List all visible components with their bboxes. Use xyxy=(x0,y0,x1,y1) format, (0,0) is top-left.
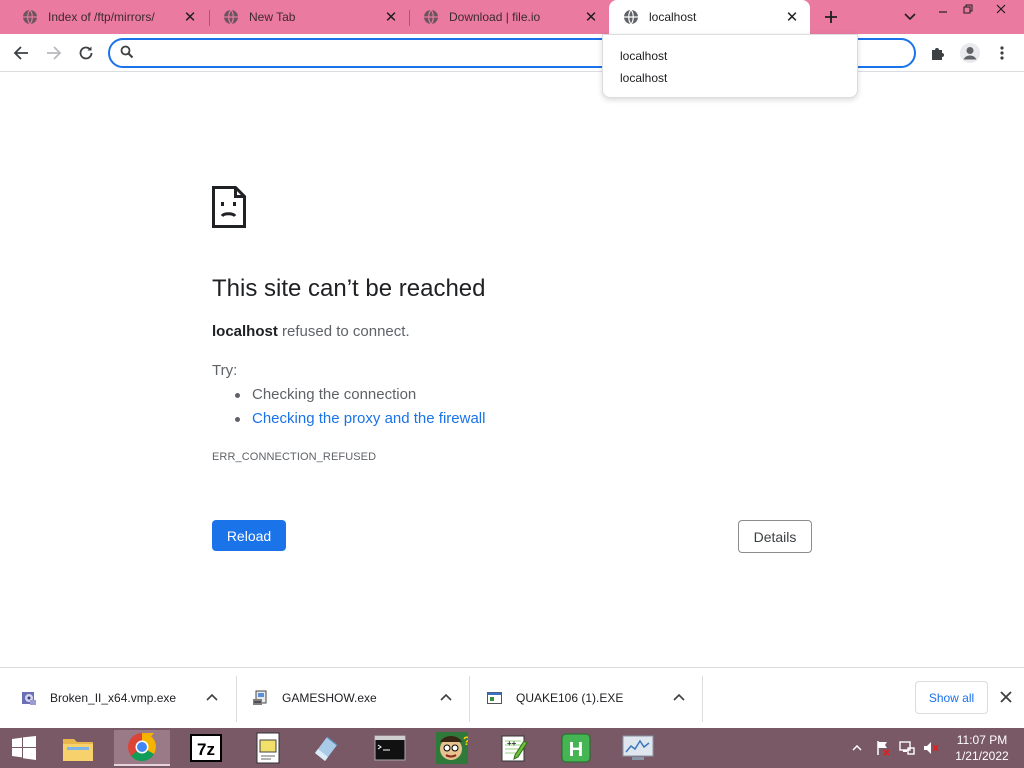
tab-localhost[interactable]: localhost ✕ xyxy=(609,0,810,34)
chevron-up-icon[interactable] xyxy=(204,689,220,705)
minimize-icon[interactable] xyxy=(930,0,956,18)
back-arrow-icon[interactable] xyxy=(7,39,35,67)
clock-date: 1/21/2022 xyxy=(955,749,1009,763)
system-monitor-icon[interactable] xyxy=(610,730,666,766)
chevron-up-icon[interactable] xyxy=(671,689,687,705)
details-button[interactable]: Details xyxy=(738,520,812,553)
hover-card-url: localhost xyxy=(620,71,668,85)
show-all-button[interactable]: Show all xyxy=(915,681,988,714)
notepad-doc-icon[interactable] xyxy=(240,730,296,766)
close-tab-icon[interactable]: ✕ xyxy=(182,9,198,26)
tab-strip: Index of /ftp/mirrors/ ✕ New Tab ✕ Downl… xyxy=(0,0,1024,34)
restore-icon[interactable] xyxy=(955,0,981,18)
browser-toolbar xyxy=(0,34,1024,72)
chrome-icon[interactable] xyxy=(114,730,170,766)
svg-text:?: ? xyxy=(463,734,468,748)
tab-label: Download | file.io xyxy=(449,10,541,24)
close-window-icon[interactable] xyxy=(986,0,1016,18)
new-tab-plus-icon[interactable] xyxy=(818,4,844,30)
tab-label: Index of /ftp/mirrors/ xyxy=(48,10,155,24)
file-explorer-icon[interactable] xyxy=(50,730,106,766)
forward-arrow-icon[interactable] xyxy=(40,39,68,67)
download-filename: GAMESHOW.exe xyxy=(282,691,377,705)
kebab-menu-icon[interactable] xyxy=(988,39,1016,67)
tab-index-mirrors[interactable]: Index of /ftp/mirrors/ ✕ xyxy=(8,0,208,34)
tab-search-chevron-icon[interactable] xyxy=(898,6,922,28)
download-filename: QUAKE106 (1).EXE xyxy=(516,691,624,705)
clock[interactable]: 11:07 PM 1/21/2022 xyxy=(944,732,1020,764)
close-shelf-icon[interactable] xyxy=(997,688,1015,706)
close-tab-icon[interactable]: ✕ xyxy=(383,9,399,26)
exe-window-icon xyxy=(486,689,504,707)
download-item[interactable]: GAMESHOW.exe xyxy=(252,675,377,721)
tab-label: localhost xyxy=(649,10,697,24)
tab-hover-card: localhost localhost xyxy=(602,34,858,98)
reload-button[interactable]: Reload xyxy=(212,520,286,551)
clock-time: 11:07 PM xyxy=(956,733,1008,747)
globe-icon xyxy=(223,9,239,25)
installer-icon xyxy=(20,689,38,707)
hxd-icon[interactable]: H xyxy=(548,730,604,766)
svg-text:H: H xyxy=(569,739,583,761)
volume-muted-icon[interactable] xyxy=(920,728,942,768)
error-message-text: refused to connect. xyxy=(277,323,410,340)
error-code: ERR_CONNECTION_REFUSED xyxy=(212,451,377,463)
tab-download-fileio[interactable]: Download | file.io ✕ xyxy=(409,0,609,34)
globe-icon xyxy=(423,9,439,25)
extensions-puzzle-icon[interactable] xyxy=(924,39,952,67)
divider xyxy=(469,676,470,722)
suggestion-list: Checking the connection Checking the pro… xyxy=(232,385,485,433)
error-host: localhost xyxy=(212,323,278,340)
windows-start-icon[interactable] xyxy=(0,728,48,768)
tab-new-tab[interactable]: New Tab ✕ xyxy=(209,0,409,34)
address-input[interactable] xyxy=(140,43,600,63)
notepadpp-icon[interactable]: ++ xyxy=(486,730,542,766)
suggestion-check-connection: Checking the connection xyxy=(232,385,485,409)
divider xyxy=(702,676,703,722)
globe-icon xyxy=(22,9,38,25)
download-item[interactable]: Broken_II_x64.vmp.exe xyxy=(20,675,176,721)
close-tab-icon[interactable]: ✕ xyxy=(583,9,599,26)
chevron-up-icon[interactable] xyxy=(438,689,454,705)
try-label: Try: xyxy=(212,362,238,379)
error-message: localhost refused to connect. xyxy=(212,323,410,340)
setup-icon xyxy=(252,689,270,707)
sad-page-icon xyxy=(212,186,246,233)
eraser-icon[interactable] xyxy=(298,730,354,766)
globe-icon xyxy=(623,9,639,25)
reload-icon[interactable] xyxy=(72,39,100,67)
download-filename: Broken_II_x64.vmp.exe xyxy=(50,691,177,705)
close-tab-icon[interactable]: ✕ xyxy=(784,9,800,26)
download-item[interactable]: QUAKE106 (1).EXE xyxy=(486,675,623,721)
search-icon xyxy=(120,45,134,64)
tray-overflow-chevron-icon[interactable] xyxy=(848,728,866,768)
suggestion-check-proxy-link[interactable]: Checking the proxy and the firewall xyxy=(232,409,485,433)
hover-card-title: localhost xyxy=(620,49,668,63)
7zip-icon[interactable]: 7z xyxy=(178,730,234,766)
cmd-icon[interactable] xyxy=(362,730,418,766)
profile-avatar-icon[interactable] xyxy=(956,39,984,67)
network-icon[interactable] xyxy=(896,728,918,768)
svg-text:++: ++ xyxy=(507,739,517,748)
error-title: This site can’t be reached xyxy=(212,275,486,302)
svg-text:7z: 7z xyxy=(197,740,215,759)
windows-taskbar: 7z ? ++ H 11:07 PM 1/21/2022 xyxy=(0,728,1024,768)
game-face-icon[interactable]: ? xyxy=(424,730,480,766)
action-center-flag-icon[interactable] xyxy=(872,728,894,768)
download-shelf: Broken_II_x64.vmp.exe GAMESHOW.exe QUAKE… xyxy=(0,667,1024,728)
divider xyxy=(236,676,237,722)
tab-label: New Tab xyxy=(249,10,296,24)
